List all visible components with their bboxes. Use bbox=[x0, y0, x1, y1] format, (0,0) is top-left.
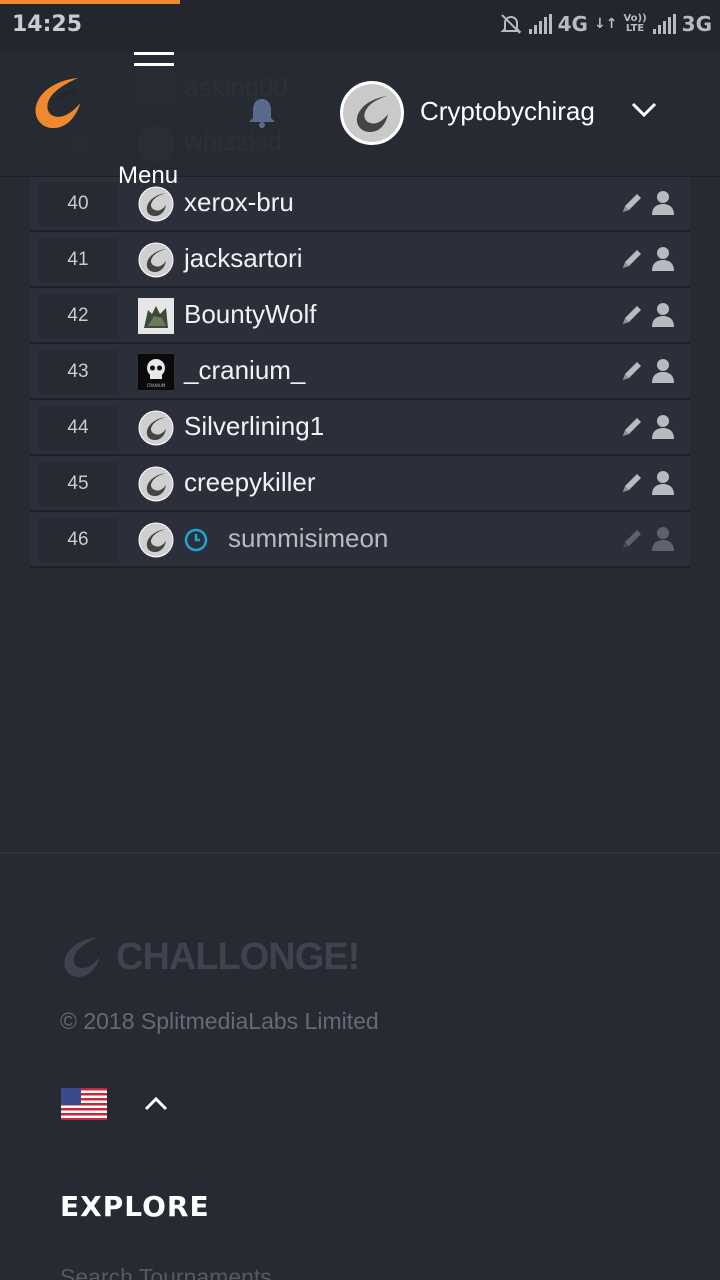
seed-number[interactable]: 40 bbox=[38, 182, 118, 226]
seed-number[interactable]: 45 bbox=[38, 462, 118, 506]
table-row[interactable]: 43 CRANIUM _cranium_ bbox=[30, 344, 690, 400]
status-icons: 4G ↓↑ Vo)) LTE 3G bbox=[499, 12, 712, 36]
svg-text:CRANIUM: CRANIUM bbox=[147, 383, 166, 388]
avatar bbox=[138, 410, 174, 446]
us-flag-icon[interactable] bbox=[61, 1088, 107, 1120]
edit-pencil-icon[interactable] bbox=[619, 246, 645, 272]
edit-pencil-icon[interactable] bbox=[619, 358, 645, 384]
edit-pencil-icon[interactable] bbox=[619, 526, 645, 552]
participant-user-icon[interactable] bbox=[651, 414, 675, 440]
participant-name: _cranium_ bbox=[184, 355, 306, 385]
seed-number[interactable]: 43 bbox=[38, 350, 118, 394]
chevron-up-icon[interactable] bbox=[143, 1094, 169, 1114]
avatar bbox=[138, 466, 174, 502]
seed-number[interactable]: 46 bbox=[38, 518, 118, 562]
notifications-muted-icon bbox=[500, 14, 522, 34]
table-row[interactable]: 44 Silverlining1 bbox=[30, 400, 690, 456]
top-navigation: Menu Cryptobychirag bbox=[0, 52, 720, 189]
avatar bbox=[138, 298, 174, 334]
menu-label[interactable]: Menu bbox=[118, 162, 178, 190]
edit-pencil-icon[interactable] bbox=[619, 190, 645, 216]
page-load-progress bbox=[0, 0, 180, 4]
seed-number[interactable]: 44 bbox=[38, 406, 118, 450]
table-row[interactable]: 42 BountyWolf bbox=[30, 288, 690, 344]
participant-user-icon[interactable] bbox=[651, 526, 675, 552]
avatar bbox=[138, 242, 174, 278]
status-bar: 14:25 4G ↓↑ Vo)) LTE 3G bbox=[0, 0, 720, 52]
seed-number[interactable]: 41 bbox=[38, 238, 118, 282]
challonge-logo-icon bbox=[64, 937, 100, 977]
seed-number[interactable]: 42 bbox=[38, 294, 118, 338]
notification-bell-icon[interactable] bbox=[247, 97, 277, 129]
participant-name: BountyWolf bbox=[184, 299, 317, 329]
table-row[interactable]: 45 creepykiller bbox=[30, 456, 690, 512]
participant-name: Silverlining1 bbox=[184, 411, 325, 441]
volte-icon: Vo)) LTE bbox=[623, 13, 647, 34]
edit-pencil-icon[interactable] bbox=[619, 302, 645, 328]
signal-icon-2 bbox=[652, 14, 676, 34]
search-tournaments-link[interactable]: Search Tournaments bbox=[60, 1264, 272, 1280]
table-row[interactable]: 46 summisimeon bbox=[30, 512, 690, 568]
avatar bbox=[138, 186, 174, 222]
chevron-down-icon[interactable] bbox=[630, 100, 658, 120]
participant-name: jacksartori bbox=[184, 243, 303, 273]
challonge-logo-icon[interactable] bbox=[30, 74, 88, 132]
footer: CHALLONGE! © 2018 SplitmediaLabs Limited… bbox=[0, 852, 720, 1280]
participant-name: creepykiller bbox=[184, 467, 316, 497]
user-avatar[interactable] bbox=[340, 81, 404, 145]
avatar bbox=[138, 522, 174, 558]
challonge-avatar-icon bbox=[343, 84, 401, 142]
menu-button[interactable] bbox=[134, 52, 174, 72]
footer-brand: CHALLONGE! bbox=[60, 934, 360, 980]
explore-heading: EXPLORE bbox=[60, 1190, 210, 1223]
participant-user-icon[interactable] bbox=[651, 470, 675, 496]
data-arrows-icon: ↓↑ bbox=[593, 16, 618, 32]
participant-user-icon[interactable] bbox=[651, 246, 675, 272]
signal-icon bbox=[528, 14, 552, 34]
brand-name: CHALLONGE! bbox=[116, 935, 360, 978]
status-time: 14:25 bbox=[12, 12, 83, 37]
copyright: © 2018 SplitmediaLabs Limited bbox=[60, 1008, 379, 1034]
network-type-2: 3G bbox=[681, 12, 712, 36]
participant-name: xerox-bru bbox=[184, 187, 294, 217]
avatar: CRANIUM bbox=[138, 354, 174, 390]
participant-user-icon[interactable] bbox=[651, 358, 675, 384]
participant-user-icon[interactable] bbox=[651, 302, 675, 328]
table-row[interactable]: 41 jacksartori bbox=[30, 232, 690, 288]
participant-user-icon[interactable] bbox=[651, 190, 675, 216]
participants-table: 40 xerox-bru 41 jacksartori 42 BountyWolf 43 CR… bbox=[30, 176, 690, 568]
edit-pencil-icon[interactable] bbox=[619, 414, 645, 440]
participant-name: summisimeon bbox=[228, 523, 389, 553]
network-type-1: 4G bbox=[557, 12, 588, 36]
username[interactable]: Cryptobychirag bbox=[420, 96, 595, 127]
edit-pencil-icon[interactable] bbox=[619, 470, 645, 496]
pending-clock-icon bbox=[184, 528, 208, 552]
